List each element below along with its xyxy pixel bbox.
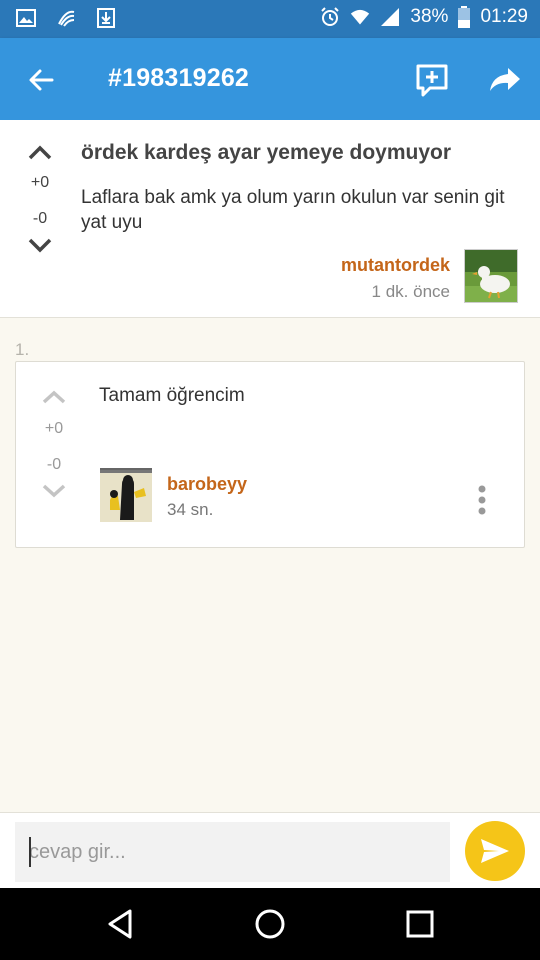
downvote-icon[interactable] (26, 236, 54, 256)
post-vote-column: +0 -0 (18, 142, 62, 256)
person-avatar-icon (100, 470, 152, 522)
status-bar: 38% 01:29 (0, 0, 540, 38)
duck-avatar-icon (465, 250, 517, 302)
signal-icon (381, 8, 400, 26)
add-comment-icon[interactable] (412, 60, 452, 100)
comment-index: 1. (15, 340, 30, 359)
comment-time: 34 sn. (167, 500, 214, 519)
download-icon (97, 8, 115, 28)
post-body: Laflara bak amk ya olum yarın okulun var… (81, 187, 505, 233)
page-title: #198319262 (108, 64, 250, 92)
alarm-icon (321, 7, 340, 26)
text-caret (29, 837, 31, 867)
post-title: ördek kardeş ayar yemeye doymuyor (81, 141, 452, 164)
send-button[interactable] (465, 821, 525, 881)
share-icon[interactable] (484, 60, 524, 100)
battery-icon (458, 6, 471, 28)
post-time: 1 dk. önce (371, 282, 450, 301)
upvote-icon[interactable] (41, 388, 67, 406)
image-icon (16, 9, 36, 27)
avatar[interactable] (100, 468, 152, 522)
reply-bar (0, 812, 540, 888)
comment-card: +0 -0 Tamam öğrencim barobeyy 34 sn. (15, 361, 525, 548)
comment-text: Tamam öğrencim (99, 385, 245, 406)
downvote-count: -0 (46, 456, 62, 473)
comment-author[interactable]: barobeyy (167, 474, 247, 495)
back-arrow-icon[interactable] (22, 60, 62, 100)
avatar[interactable] (464, 249, 518, 303)
more-options-icon[interactable] (472, 484, 492, 516)
navigation-bar (0, 888, 540, 960)
app-bar: #198319262 (0, 38, 540, 120)
recents-nav-icon[interactable] (402, 906, 438, 942)
upvote-icon[interactable] (26, 142, 54, 162)
upvote-count: +0 (44, 420, 64, 437)
post-card: +0 -0 ördek kardeş ayar yemeye doymuyor … (0, 120, 540, 318)
post-author[interactable]: mutantordek (341, 255, 450, 276)
send-icon (481, 839, 509, 863)
battery-text: 38% (410, 6, 449, 27)
downvote-count: -0 (32, 210, 48, 227)
upvote-count: +0 (30, 174, 50, 191)
comment-vote-column: +0 -0 (32, 388, 76, 500)
back-nav-icon[interactable] (102, 906, 138, 942)
clock-text: 01:29 (480, 6, 528, 27)
reply-input[interactable] (15, 822, 450, 882)
swiftkey-icon (58, 10, 75, 27)
wifi-icon (351, 9, 370, 25)
home-nav-icon[interactable] (252, 906, 288, 942)
downvote-icon[interactable] (41, 482, 67, 500)
